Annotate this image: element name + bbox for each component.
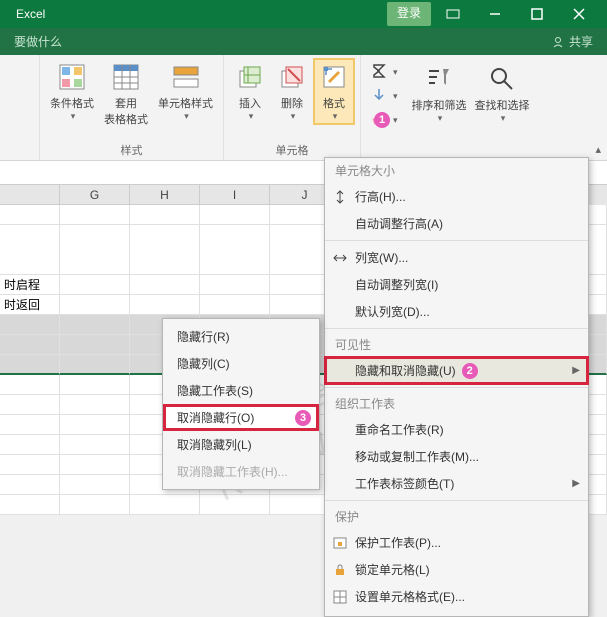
- callout-badge-2: 2: [462, 363, 478, 379]
- menu-section-organize: 组织工作表: [325, 391, 588, 416]
- insert-button[interactable]: 插入 ▾: [230, 59, 270, 124]
- delete-button[interactable]: 删除 ▾: [272, 59, 312, 124]
- menu-protect-sheet[interactable]: 保护工作表(P)...: [325, 529, 588, 556]
- menu-section-cell-size: 单元格大小: [325, 158, 588, 183]
- login-button[interactable]: 登录: [387, 2, 431, 26]
- callout-badge-1: 1: [374, 112, 390, 128]
- lock-icon: [331, 561, 349, 579]
- find-icon: [486, 63, 518, 95]
- col-width-icon: [331, 249, 349, 267]
- menu-section-protect: 保护: [325, 504, 588, 529]
- menu-row-height[interactable]: 行高(H)...: [325, 183, 588, 210]
- menu-unhide-rows[interactable]: 取消隐藏行(O) 3: [163, 404, 319, 431]
- dropdown-arrow-icon: ▾: [184, 111, 189, 122]
- share-icon: [551, 35, 565, 49]
- dropdown-arrow-icon: ▾: [249, 111, 254, 122]
- collapse-ribbon-icon[interactable]: ▴: [595, 143, 601, 156]
- sigma-icon: [371, 63, 389, 81]
- ribbon-group-cells: 插入 ▾ 删除 ▾ 格式 ▾ 单元格: [224, 55, 361, 160]
- menu-hide-unhide[interactable]: 隐藏和取消隐藏(U) 2 ▶: [325, 357, 588, 384]
- dropdown-arrow-icon: ▾: [501, 113, 506, 124]
- table-format-icon: [110, 61, 142, 93]
- cell-styles-icon: [170, 61, 202, 93]
- minimize-icon[interactable]: [475, 2, 515, 26]
- sort-filter-button[interactable]: 排序和筛选 ▾: [408, 61, 471, 131]
- menu-move-copy[interactable]: 移动或复制工作表(M)...: [325, 443, 588, 470]
- delete-icon: [276, 61, 308, 93]
- fill-down-icon: [371, 87, 389, 105]
- maximize-icon[interactable]: [517, 2, 557, 26]
- menu-default-width[interactable]: 默认列宽(D)...: [325, 298, 588, 325]
- hide-unhide-submenu: 隐藏行(R) 隐藏列(C) 隐藏工作表(S) 取消隐藏行(O) 3 取消隐藏列(…: [162, 318, 320, 490]
- menu-hide-rows[interactable]: 隐藏行(R): [163, 323, 319, 350]
- column-header[interactable]: H: [130, 185, 200, 205]
- menu-hide-sheet[interactable]: 隐藏工作表(S): [163, 377, 319, 404]
- ribbon: 条件格式 ▾ 套用 表格格式 单元格样式 ▾ 样式: [0, 55, 607, 161]
- menu-section-visibility: 可见性: [325, 332, 588, 357]
- menu-autofit-row[interactable]: 自动调整行高(A): [325, 210, 588, 237]
- menu-hide-cols[interactable]: 隐藏列(C): [163, 350, 319, 377]
- column-header[interactable]: G: [60, 185, 130, 205]
- share-button[interactable]: 共享: [551, 33, 593, 50]
- format-icon: [318, 61, 350, 93]
- tell-me-bar: 要做什么 共享: [0, 28, 607, 55]
- format-cells-icon: [331, 588, 349, 606]
- submenu-arrow-icon: ▶: [572, 478, 580, 489]
- table-format-button[interactable]: 套用 表格格式: [100, 59, 152, 129]
- sort-filter-icon: [423, 63, 455, 95]
- row-height-icon: [331, 188, 349, 206]
- ribbon-display-icon[interactable]: [433, 2, 473, 26]
- ribbon-group-styles: 条件格式 ▾ 套用 表格格式 单元格样式 ▾ 样式: [40, 55, 224, 160]
- menu-unhide-cols[interactable]: 取消隐藏列(L): [163, 431, 319, 458]
- ribbon-group-editing: ▾ ▾ ▾: [361, 55, 540, 160]
- app-title: Excel: [8, 7, 387, 21]
- find-select-button[interactable]: 查找和选择 ▾: [471, 61, 534, 131]
- dropdown-arrow-icon: ▾: [71, 111, 76, 122]
- close-icon[interactable]: [559, 2, 599, 26]
- protect-sheet-icon: [331, 534, 349, 552]
- submenu-arrow-icon: ▶: [572, 365, 580, 376]
- dropdown-arrow-icon: ▾: [438, 113, 443, 124]
- autosum-button[interactable]: ▾: [367, 61, 402, 83]
- menu-autofit-col[interactable]: 自动调整列宽(I): [325, 271, 588, 298]
- callout-badge-3: 3: [295, 410, 311, 426]
- tell-me-prompt[interactable]: 要做什么: [14, 33, 62, 50]
- menu-format-cells[interactable]: 设置单元格格式(E)...: [325, 583, 588, 610]
- menu-rename-sheet[interactable]: 重命名工作表(R): [325, 416, 588, 443]
- conditional-format-icon: [56, 61, 88, 93]
- format-button[interactable]: 格式 ▾: [314, 59, 354, 124]
- menu-col-width[interactable]: 列宽(W)...: [325, 244, 588, 271]
- dropdown-arrow-icon: ▾: [291, 111, 296, 122]
- format-dropdown-menu: 单元格大小 行高(H)... 自动调整行高(A) 列宽(W)... 自动调整列宽…: [324, 157, 589, 617]
- cell-styles-button[interactable]: 单元格样式 ▾: [154, 59, 217, 124]
- menu-tab-color[interactable]: 工作表标签颜色(T) ▶: [325, 470, 588, 497]
- dropdown-arrow-icon: ▾: [333, 111, 338, 122]
- insert-icon: [234, 61, 266, 93]
- menu-lock-cell[interactable]: 锁定单元格(L): [325, 556, 588, 583]
- conditional-format-button[interactable]: 条件格式 ▾: [46, 59, 98, 124]
- title-bar: Excel 登录: [0, 0, 607, 28]
- fill-button[interactable]: ▾: [367, 85, 402, 107]
- menu-unhide-sheet: 取消隐藏工作表(H)...: [163, 458, 319, 485]
- column-header[interactable]: I: [200, 185, 270, 205]
